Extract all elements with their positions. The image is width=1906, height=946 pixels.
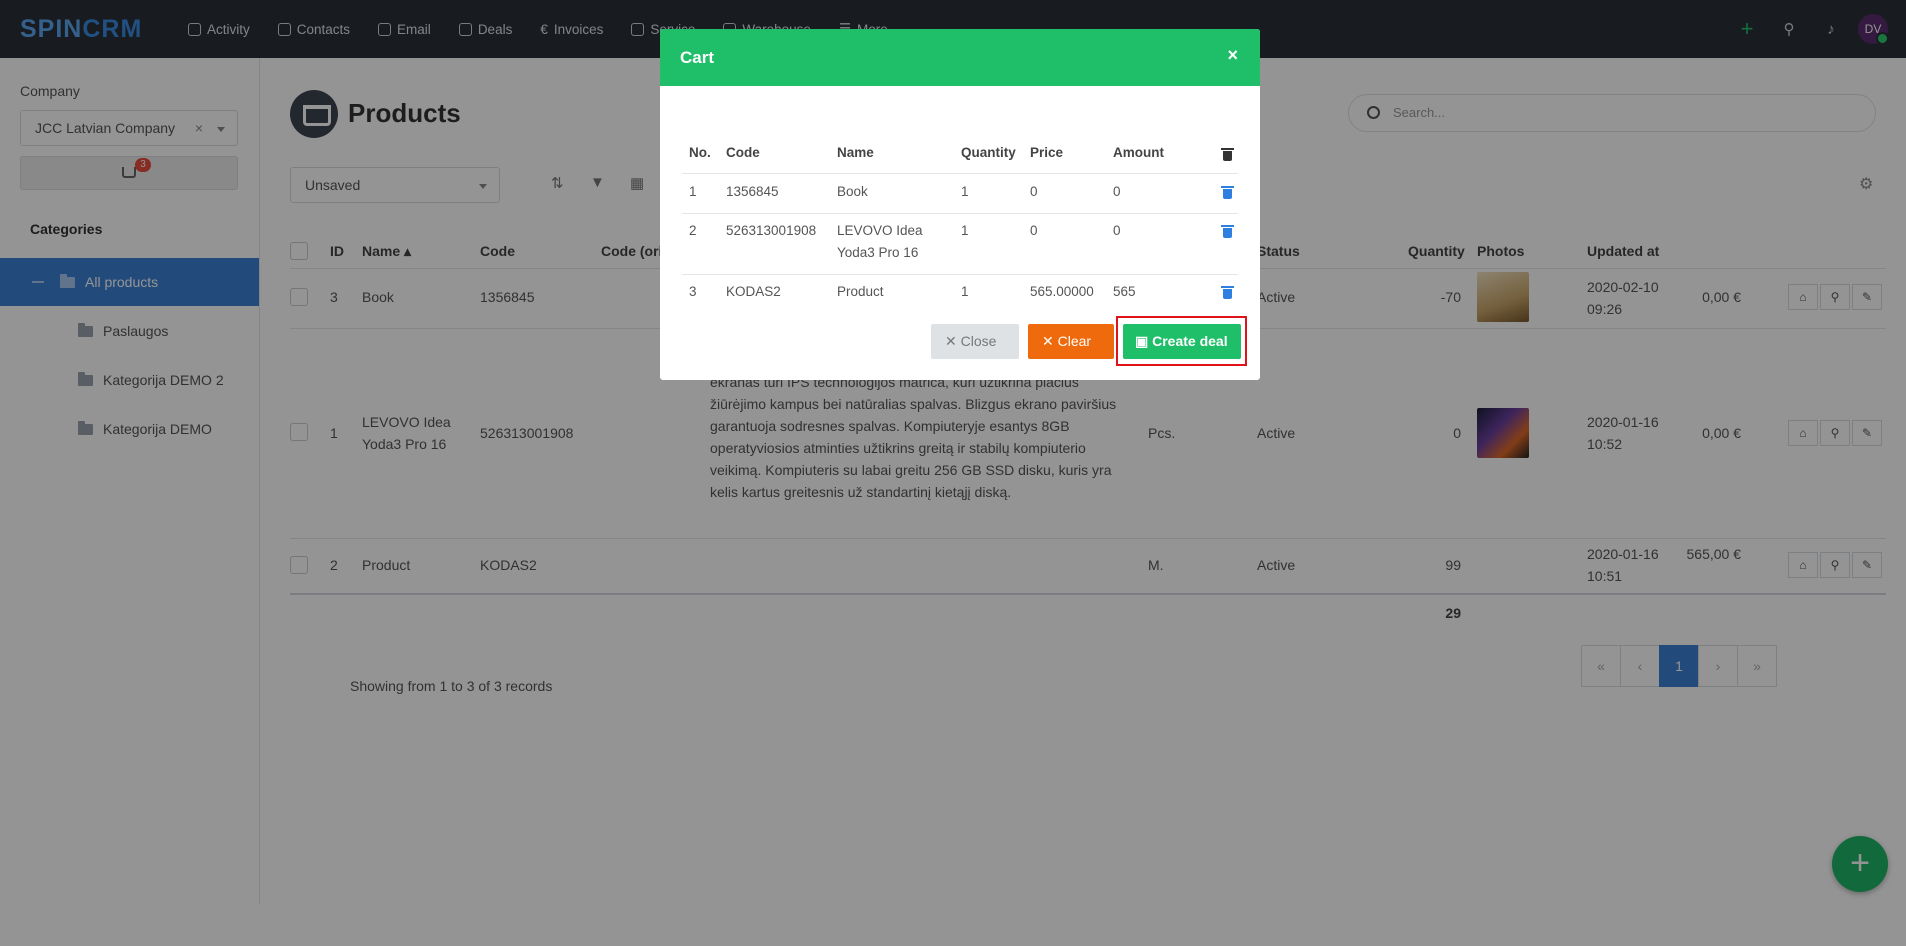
close-icon[interactable]: × (1227, 45, 1238, 66)
cart-item-price: 0 (1030, 223, 1038, 238)
trash-icon[interactable] (1221, 286, 1234, 299)
cart-item-name: LEVOVO Idea Yoda3 Pro 16 (837, 223, 923, 260)
col-price: Price (1030, 145, 1064, 160)
highlight-box (1116, 316, 1247, 366)
col-name: Name (837, 145, 874, 160)
close-icon: ✕ (1042, 333, 1058, 349)
cart-item-name: Product (837, 284, 884, 299)
cart-modal: Cart × No. Code Name Quantity Price Amou… (660, 29, 1260, 380)
cart-item-code: KODAS2 (726, 284, 781, 299)
cart-item-qty: 1 (961, 223, 969, 238)
cart-item-qty: 1 (961, 284, 969, 299)
cart-item-no: 3 (689, 284, 697, 299)
cart-item-amount: 565 (1113, 284, 1136, 299)
divider (682, 274, 1238, 275)
cart-item-code: 526313001908 (726, 223, 817, 238)
cart-item-code: 1356845 (726, 184, 779, 199)
col-code: Code (726, 145, 760, 160)
cart-item-price: 0 (1030, 184, 1038, 199)
trash-icon[interactable] (1221, 225, 1234, 238)
trash-icon[interactable] (1221, 186, 1234, 199)
cart-item-no: 1 (689, 184, 697, 199)
cart-item-amount: 0 (1113, 184, 1121, 199)
modal-title: Cart (680, 47, 715, 67)
trash-all-icon[interactable] (1221, 148, 1234, 161)
col-quantity: Quantity (961, 145, 1016, 160)
modal-header: Cart × (660, 29, 1260, 86)
col-amount: Amount (1113, 145, 1164, 160)
cart-item-amount: 0 (1113, 223, 1121, 238)
cart-item-no: 2 (689, 223, 697, 238)
divider (682, 173, 1238, 174)
clear-button[interactable]: ✕ Clear (1028, 324, 1114, 359)
col-no: No. (689, 145, 711, 160)
cart-item-price: 565.00000 (1030, 284, 1094, 299)
divider (682, 213, 1238, 214)
close-button[interactable]: ✕ Close (931, 324, 1019, 359)
cart-item-qty: 1 (961, 184, 969, 199)
close-icon: ✕ (945, 333, 961, 349)
cart-item-name: Book (837, 184, 868, 199)
